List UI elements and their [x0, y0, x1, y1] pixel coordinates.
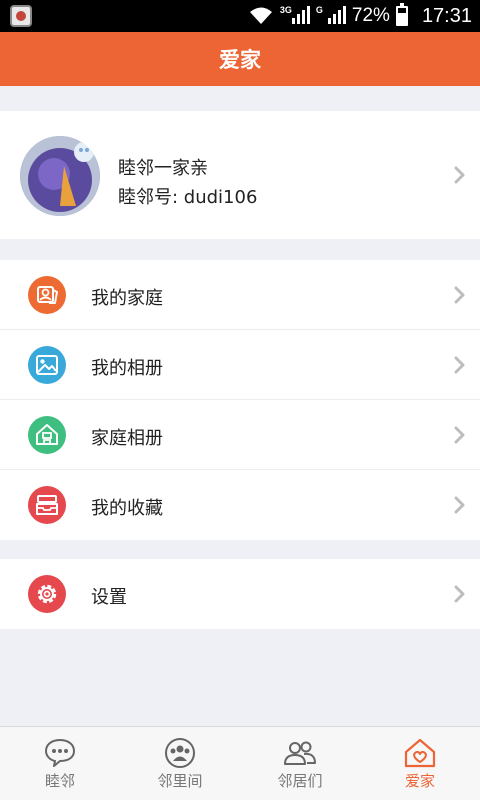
profile-card[interactable]: 睦邻一家亲 睦邻号: dudi106 — [0, 111, 480, 239]
group-icon — [162, 737, 198, 769]
signal-icon: G — [315, 5, 346, 26]
bottom-tab-bar: 睦邻 邻里间 邻居们 爱家 — [0, 726, 480, 800]
menu-item-settings[interactable]: 设置 — [0, 559, 480, 629]
tab-neighbors[interactable]: 邻居们 — [240, 727, 360, 800]
chevron-right-icon — [454, 166, 465, 184]
tab-label: 邻居们 — [277, 772, 323, 790]
tab-neighbors-chat[interactable]: 睦邻 — [0, 727, 120, 800]
chevron-right-icon — [454, 286, 465, 304]
signal-icon: 3G — [279, 5, 310, 26]
menu-group-main: 我的家庭 我的相册 家庭相册 我的收藏 — [0, 260, 480, 540]
menu-item-label: 我的收藏 — [91, 498, 163, 519]
battery-percent: 72% — [351, 5, 390, 26]
wifi-icon — [249, 7, 272, 24]
profile-name: 睦邻一家亲 — [118, 158, 208, 179]
tab-label: 邻里间 — [157, 772, 203, 790]
network-type: G — [315, 5, 323, 15]
avatar-image — [20, 136, 100, 216]
menu-item-my-favorites[interactable]: 我的收藏 — [0, 470, 480, 540]
app-icon — [10, 5, 32, 27]
menu-item-my-album[interactable]: 我的相册 — [0, 330, 480, 400]
tab-neighborhood[interactable]: 邻里间 — [120, 727, 240, 800]
clock: 17:31 — [421, 4, 472, 27]
tab-label: 睦邻 — [44, 772, 75, 790]
page-title: 爱家 — [219, 48, 261, 72]
tray-icon — [28, 486, 66, 524]
tab-label: 爱家 — [404, 772, 435, 790]
network-type: 3G — [279, 5, 292, 15]
menu-item-label: 设置 — [91, 587, 127, 608]
avatar — [20, 136, 100, 216]
profile-account-id: 睦邻号: dudi106 — [118, 187, 258, 208]
chevron-right-icon — [454, 426, 465, 444]
family-card-icon — [28, 276, 66, 314]
chat-bubble-icon — [42, 737, 78, 769]
menu-item-label: 我的相册 — [91, 358, 163, 379]
chevron-right-icon — [454, 356, 465, 374]
status-bar: 3G G 72% 17:31 — [0, 0, 480, 32]
menu-group-settings: 设置 — [0, 559, 480, 629]
chevron-right-icon — [454, 496, 465, 514]
menu-item-label: 我的家庭 — [91, 288, 163, 309]
gear-icon — [28, 575, 66, 613]
title-bar: 爱家 — [0, 32, 480, 86]
battery-icon — [395, 3, 408, 26]
menu-item-my-family[interactable]: 我的家庭 — [0, 260, 480, 330]
heart-home-icon — [402, 737, 438, 769]
chevron-right-icon — [454, 585, 465, 603]
menu-item-label: 家庭相册 — [91, 428, 163, 449]
people-icon — [282, 737, 318, 769]
menu-item-family-album[interactable]: 家庭相册 — [0, 400, 480, 470]
photo-icon — [28, 346, 66, 384]
home-icon — [28, 416, 66, 454]
tab-love-home[interactable]: 爱家 — [360, 727, 480, 800]
